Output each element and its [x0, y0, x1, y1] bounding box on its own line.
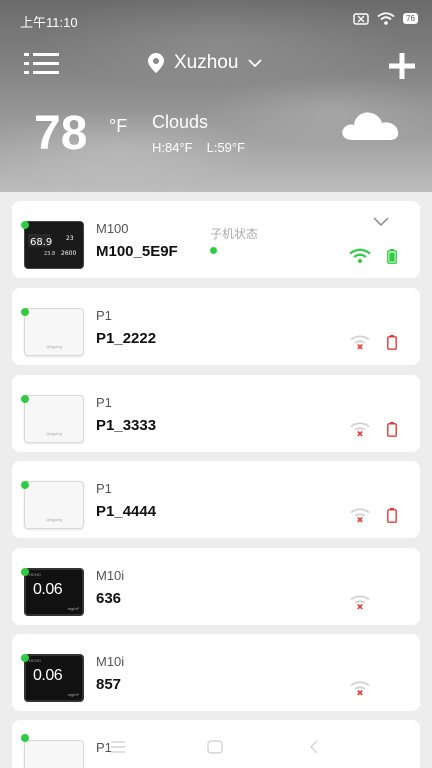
wifi-disconnected-icon: [350, 681, 370, 696]
device-name: 857: [96, 676, 122, 693]
temperature-value: 78: [34, 107, 88, 160]
m100-reading-3: 23.8: [44, 251, 55, 257]
wifi-disconnected-icon: [350, 595, 370, 610]
device-model: M10i: [96, 654, 125, 669]
wifi-disconnected-icon: [350, 335, 370, 350]
m10i-unit: mg/m³: [67, 606, 79, 611]
battery-low-icon: [387, 422, 397, 437]
status-icons: 76: [353, 12, 418, 25]
device-card[interactable]: HCHO 0.06 mg/m³ M10i 636: [12, 548, 420, 625]
device-name: P1_4444: [96, 503, 157, 520]
device-model: P1: [96, 481, 112, 496]
device-thumbnail-m100: 68.9 23 23.8 2600: [24, 221, 84, 269]
sub-device-status-label: 子机状态: [210, 227, 259, 241]
device-name: M100_5E9F: [96, 243, 178, 260]
online-indicator: [21, 481, 29, 489]
m10i-label: HCHO: [29, 572, 41, 577]
temperature-unit: °F: [109, 116, 128, 136]
location-pin-icon: [148, 53, 164, 73]
device-card[interactable]: Qingping P1 P1_2222: [12, 288, 420, 365]
location-name: Xuzhou: [174, 52, 239, 73]
high-low: H:84°F L:59°F: [152, 140, 245, 155]
device-name: P1_2222: [96, 330, 157, 347]
add-device-icon[interactable]: [388, 52, 416, 80]
battery-indicator: 76: [403, 13, 418, 24]
chevron-down-icon: [248, 58, 263, 67]
m10i-unit: mg/m³: [67, 692, 79, 697]
p1-brand-text: Qingping: [45, 431, 62, 436]
weather-condition: Clouds: [152, 112, 209, 132]
m100-reading-2: 23: [66, 235, 74, 242]
wifi-connected-icon: [349, 248, 371, 263]
sim-icon: [353, 12, 369, 25]
device-name: P1_3333: [96, 417, 157, 434]
recents-icon[interactable]: [110, 741, 126, 753]
online-indicator: [21, 568, 29, 576]
home-icon[interactable]: [207, 740, 223, 754]
device-model: M10i: [96, 568, 125, 583]
wifi-disconnected-icon: [350, 422, 370, 437]
system-nav-bar: [0, 728, 432, 768]
device-card[interactable]: Qingping P1 P1_4444: [12, 461, 420, 538]
m10i-reading: 0.06: [33, 667, 63, 684]
device-thumbnail-m10i: HCHO 0.06 mg/m³: [24, 568, 84, 616]
p1-brand-text: Qingping: [45, 344, 62, 349]
sub-device-status-dot: [210, 247, 217, 254]
menu-icon[interactable]: [24, 50, 60, 78]
status-bar: 上午11:10 76: [0, 0, 432, 40]
device-thumbnail-p1: Qingping: [24, 481, 84, 529]
device-model: P1: [96, 395, 112, 410]
device-thumbnail-p1: Qingping: [24, 308, 84, 356]
online-indicator: [21, 395, 29, 403]
device-card[interactable]: HCHO 0.06 mg/m³ M10i 857: [12, 634, 420, 711]
online-indicator: [21, 221, 29, 229]
device-model: M100: [96, 221, 129, 236]
device-thumbnail-m10i: HCHO 0.06 mg/m³: [24, 654, 84, 702]
weather-header: 上午11:10 76 Xuzhou 78 °F Clouds H:84°F L:…: [0, 0, 432, 192]
device-card[interactable]: Qingping P1 P1_3333: [12, 375, 420, 452]
m100-reading-main: 68.9: [30, 237, 52, 248]
online-indicator: [21, 654, 29, 662]
m10i-reading: 0.06: [33, 581, 63, 598]
wifi-disconnected-icon: [350, 508, 370, 523]
chevron-down-icon[interactable]: [373, 217, 389, 227]
low-temp: L:59°F: [206, 140, 246, 155]
device-card[interactable]: 68.9 23 23.8 2600 M100 M100_5E9F 子机状态: [12, 201, 420, 278]
back-icon[interactable]: [309, 740, 319, 754]
m10i-label: HCHO: [29, 658, 41, 663]
battery-low-icon: [387, 508, 397, 523]
device-name: 636: [96, 590, 122, 607]
high-temp: H:84°F: [152, 140, 193, 155]
cloud-icon: [342, 112, 399, 140]
p1-brand-text: Qingping: [45, 517, 62, 522]
wifi-status-icon: [377, 12, 395, 25]
battery-full-icon: [387, 249, 397, 264]
status-time: 上午11:10: [20, 15, 78, 30]
device-thumbnail-p1: Qingping: [24, 395, 84, 443]
battery-low-icon: [387, 335, 397, 350]
location-selector[interactable]: Xuzhou: [148, 52, 263, 74]
m100-reading-4: 2600: [61, 250, 76, 257]
device-model: P1: [96, 308, 112, 323]
online-indicator: [21, 308, 29, 316]
